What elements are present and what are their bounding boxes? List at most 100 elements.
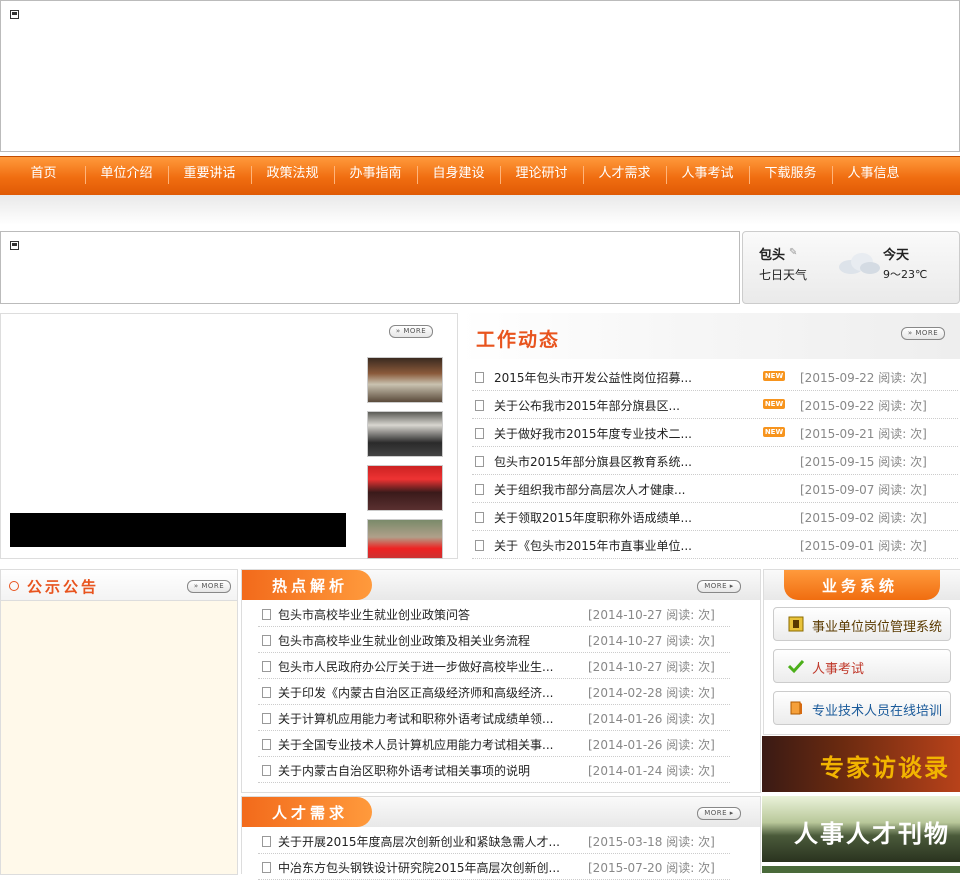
list-row[interactable]: 中冶东方包头钢铁设计研究院2015年高层次创新创... [2015-07-20 阅… — [258, 854, 730, 880]
work-news-title: 工作动态 — [476, 329, 561, 351]
list-title[interactable]: 关于计算机应用能力考试和职称外语考试成绩单领... — [278, 710, 553, 727]
news-row[interactable]: 包头市2015年部分旗县区教育系统... [2015-09-15 阅读: 次] — [472, 447, 958, 475]
news-title[interactable]: 关于做好我市2015年度专业技术二... — [494, 425, 692, 442]
news-row[interactable]: 关于组织我市部分高层次人才健康... [2015-09-07 阅读: 次] — [472, 475, 958, 503]
sub-nav-bar — [0, 195, 960, 225]
list-title[interactable]: 关于内蒙古自治区职称外语考试相关事项的说明 — [278, 762, 530, 779]
list-date: [2014-10-27 阅读: 次] — [588, 634, 715, 648]
document-icon — [475, 484, 484, 495]
nav-item[interactable]: 政策法规 — [251, 157, 334, 195]
news-title[interactable]: 关于组织我市部分高层次人才健康... — [494, 481, 685, 498]
promo-label: 人事人才刊物 — [794, 819, 950, 848]
list-title[interactable]: 包头市高校毕业生就业创业政策及相关业务流程 — [278, 632, 530, 649]
weather-city: 包头 — [759, 248, 786, 263]
list-title[interactable]: 关于全国专业技术人员计算机应用能力考试相关事... — [278, 736, 553, 753]
news-row[interactable]: 关于领取2015年度职称外语成绩单... [2015-09-02 阅读: 次] — [472, 503, 958, 531]
photo-more-button[interactable]: » MORE — [389, 325, 433, 338]
news-thumbnail[interactable] — [367, 465, 443, 511]
list-row[interactable]: 关于开展2015年度高层次创新创业和紧缺急需人才... [2015-03-18 阅… — [258, 828, 730, 854]
nav-item[interactable]: 下载服务 — [749, 157, 832, 195]
weather-widget[interactable]: 包头 ✎ 七日天气 今天 9～23℃ — [742, 231, 960, 304]
business-system-button[interactable]: 专业技术人员在线培训 — [773, 691, 951, 725]
seven-day-weather-link[interactable]: 七日天气 — [759, 266, 807, 283]
news-date: [2015-09-02 阅读: 次] — [800, 511, 927, 525]
document-icon — [475, 400, 484, 411]
nav-item[interactable]: 人事考试 — [666, 157, 749, 195]
list-title[interactable]: 关于开展2015年度高层次创新创业和紧缺急需人才... — [278, 833, 560, 850]
hot-more-button[interactable]: MORE ▸ — [697, 580, 741, 593]
document-icon — [262, 862, 271, 873]
list-date: [2014-10-27 阅读: 次] — [588, 608, 715, 622]
talent-demand-header: 人才需求 MORE ▸ — [242, 797, 760, 827]
list-date: [2015-03-18 阅读: 次] — [588, 835, 715, 849]
news-thumbnail[interactable] — [367, 357, 443, 403]
business-system-button[interactable]: 事业单位岗位管理系统 — [773, 607, 951, 641]
nav-item[interactable]: 重要讲话 — [168, 157, 251, 195]
news-title[interactable]: 包头市2015年部分旗县区教育系统... — [494, 453, 692, 470]
news-title[interactable]: 2015年包头市开发公益性岗位招募... — [494, 369, 692, 386]
business-system-button[interactable]: 人事考试 — [773, 649, 951, 683]
list-row[interactable]: 包头市人民政府办公厅关于进一步做好高校毕业生... [2014-10-27 阅读:… — [258, 653, 730, 679]
checkmark-icon — [788, 659, 804, 674]
nav-item[interactable]: 自身建设 — [417, 157, 500, 195]
list-row[interactable]: 关于印发《内蒙古自治区正高级经济师和高级经济... [2014-02-28 阅读:… — [258, 679, 730, 705]
list-title[interactable]: 包头市高校毕业生就业创业政策问答 — [278, 606, 470, 623]
bullet-icon — [9, 581, 19, 591]
nav-item[interactable]: 单位介绍 — [85, 157, 168, 195]
news-row[interactable]: 关于《包头市2015年市直事业单位... [2015-09-01 阅读: 次] — [472, 531, 958, 559]
news-title[interactable]: 关于领取2015年度职称外语成绩单... — [494, 509, 692, 526]
nav-separator — [749, 166, 750, 184]
news-title[interactable]: 关于公布我市2015年部分旗县区... — [494, 397, 680, 414]
news-title[interactable]: 关于《包头市2015年市直事业单位... — [494, 537, 692, 554]
ad-banner — [0, 231, 740, 304]
nav-separator — [500, 166, 501, 184]
document-icon — [475, 428, 484, 439]
news-thumbnail[interactable] — [367, 519, 443, 559]
list-title[interactable]: 包头市人民政府办公厅关于进一步做好高校毕业生... — [278, 658, 553, 675]
new-badge: NEW — [763, 399, 785, 409]
nav-item[interactable]: 办事指南 — [334, 157, 417, 195]
list-title[interactable]: 关于印发《内蒙古自治区正高级经济师和高级经济... — [278, 684, 553, 701]
list-date: [2014-01-26 阅读: 次] — [588, 738, 715, 752]
news-date: [2015-09-07 阅读: 次] — [800, 483, 927, 497]
notice-title: 公示公告 — [27, 578, 100, 596]
notice-header: 公示公告 » MORE — [1, 570, 237, 601]
list-row[interactable]: 关于内蒙古自治区职称外语考试相关事项的说明 [2014-01-24 阅读: 次] — [258, 757, 730, 783]
nav-separator — [85, 166, 86, 184]
work-news-header: 工作动态 » MORE — [460, 313, 960, 359]
news-row[interactable]: 2015年包头市开发公益性岗位招募... NEW [2015-09-22 阅读: 次… — [472, 363, 958, 391]
nav-separator — [168, 166, 169, 184]
promo-banner[interactable] — [762, 866, 960, 873]
personnel-journal-banner[interactable]: 人事人才刊物 — [762, 796, 960, 862]
document-icon — [262, 836, 271, 847]
nav-item[interactable]: 人才需求 — [583, 157, 666, 195]
list-row[interactable]: 包头市高校毕业生就业创业政策问答 [2014-10-27 阅读: 次] — [258, 601, 730, 627]
talent-demand-title: 人才需求 — [272, 804, 349, 822]
nav-separator — [417, 166, 418, 184]
news-row[interactable]: 关于公布我市2015年部分旗县区... NEW [2015-09-22 阅读: 次] — [472, 391, 958, 419]
document-icon — [262, 661, 271, 672]
hot-analysis-title: 热点解析 — [272, 577, 349, 595]
list-row[interactable]: 包头市高校毕业生就业创业政策及相关业务流程 [2014-10-27 阅读: 次] — [258, 627, 730, 653]
work-news-more-button[interactable]: » MORE — [901, 327, 945, 340]
nav-item[interactable]: 首页 — [2, 157, 85, 195]
list-date: [2014-01-24 阅读: 次] — [588, 764, 715, 778]
nav-item[interactable]: 理论研讨 — [500, 157, 583, 195]
business-system-label: 事业单位岗位管理系统 — [812, 620, 943, 635]
news-row[interactable]: 关于做好我市2015年度专业技术二... NEW [2015-09-21 阅读: 次… — [472, 419, 958, 447]
pencil-book-icon — [790, 701, 802, 715]
notice-panel: 公示公告 » MORE — [0, 569, 238, 875]
business-system-header: 业务系统 — [764, 570, 960, 600]
list-row[interactable]: 关于计算机应用能力考试和职称外语考试成绩单领... [2014-01-26 阅读:… — [258, 705, 730, 731]
list-row[interactable]: 关于全国专业技术人员计算机应用能力考试相关事... [2014-01-26 阅读:… — [258, 731, 730, 757]
list-date: [2014-01-26 阅读: 次] — [588, 712, 715, 726]
talent-more-button[interactable]: MORE ▸ — [697, 807, 741, 820]
list-title[interactable]: 中冶东方包头钢铁设计研究院2015年高层次创新创... — [278, 859, 560, 876]
expert-interview-banner[interactable]: 专家访谈录 — [762, 736, 960, 792]
notice-more-button[interactable]: » MORE — [187, 580, 231, 593]
business-system-label: 专业技术人员在线培训 — [812, 704, 943, 719]
news-thumbnail[interactable] — [367, 411, 443, 457]
nav-item[interactable]: 人事信息 — [832, 157, 915, 195]
hot-analysis-tab: 热点解析 — [242, 570, 372, 600]
photo-caption-bar — [10, 513, 346, 547]
